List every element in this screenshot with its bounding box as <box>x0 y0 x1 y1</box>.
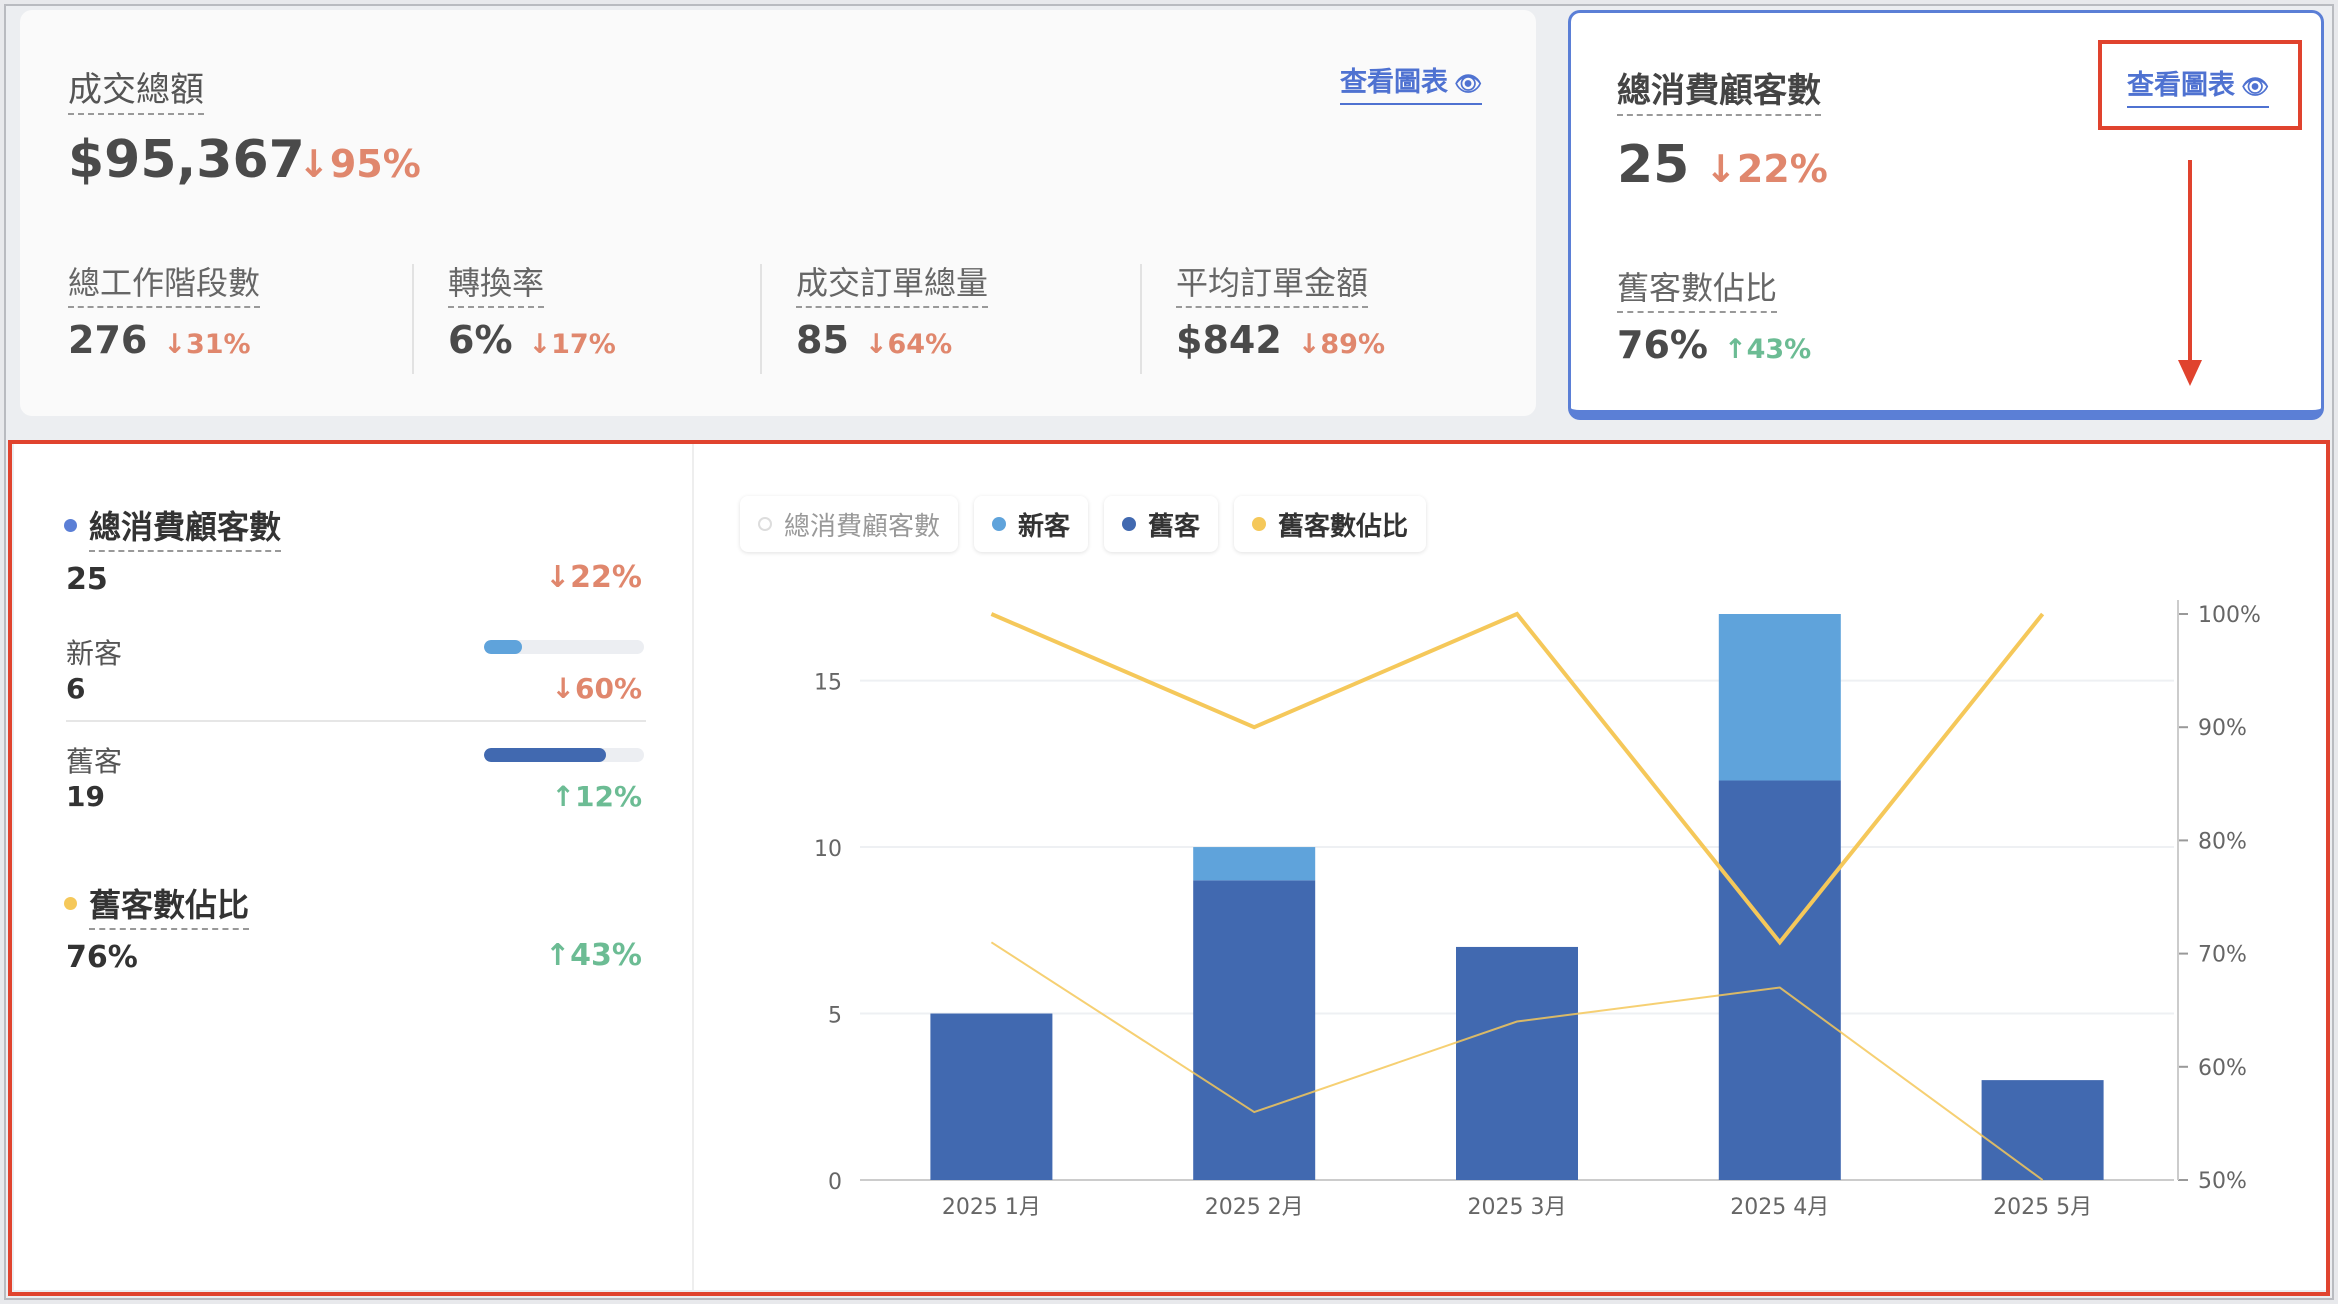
metric-avg-order: 平均訂單金額 $842 ↓89% <box>1176 258 1385 362</box>
revenue-value: $95,367 <box>68 130 305 190</box>
metric-sessions: 總工作階段數 276 ↓31% <box>68 258 261 362</box>
customer-title: 總消費顧客數 <box>1617 63 1821 116</box>
annotation-arrow <box>2188 160 2192 360</box>
highlight-box-link <box>2098 40 2302 130</box>
highlight-box-panel <box>8 440 2330 1296</box>
metric-returning-ratio: 舊客數佔比 76% ↑43% <box>1617 263 1811 367</box>
metric-orders: 成交訂單總量 85 ↓64% <box>796 258 989 362</box>
customer-delta: ↓22% <box>1705 147 1828 191</box>
revenue-card: 成交總額 查看圖表 👁 $95,367 ↓95% 總工作階段數 276 ↓31% 轉… <box>20 10 1536 416</box>
divider <box>412 264 414 374</box>
divider <box>760 264 762 374</box>
divider <box>1140 264 1142 374</box>
annotation-arrow-head <box>2178 360 2202 386</box>
customer-value: 25 <box>1617 135 1690 195</box>
revenue-delta: ↓95% <box>298 142 421 186</box>
metric-conversion: 轉換率 6% ↓17% <box>448 258 616 362</box>
revenue-title: 成交總額 <box>68 62 204 115</box>
revenue-view-chart-link[interactable]: 查看圖表 👁 <box>1340 60 1482 105</box>
eye-icon: 👁 <box>1454 72 1482 97</box>
